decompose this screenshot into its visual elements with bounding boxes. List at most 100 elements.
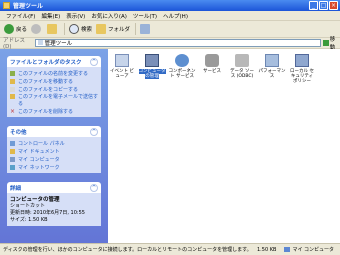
task-move[interactable]: このファイルを移動する: [10, 77, 98, 85]
place-my-network[interactable]: マイ ネットワーク: [10, 163, 98, 171]
icon-label: ローカル セキュリティ ポリシー: [290, 69, 314, 84]
details-header[interactable]: 詳細 ^: [7, 182, 101, 193]
forward-button[interactable]: [31, 23, 43, 34]
collapse-chevron-icon[interactable]: ^: [90, 127, 98, 136]
menu-tools[interactable]: ツール(T): [133, 12, 157, 20]
icon-label: サービス: [203, 69, 221, 74]
place-control-panel[interactable]: コントロール パネル: [10, 139, 98, 147]
icon-label: イベント ビューア: [110, 69, 134, 79]
explorer-window: 管理ツール _ □ × ファイル(F) 編集(E) 表示(V) お気に入り(A)…: [0, 0, 340, 255]
back-arrow-icon: [4, 23, 14, 34]
close-button[interactable]: ×: [329, 1, 338, 10]
other-places-header[interactable]: その他 ^: [7, 126, 101, 137]
address-bar: アドレス(D) 管理ツール 移動: [0, 37, 340, 51]
move-icon: [10, 78, 15, 84]
icon-event-viewer[interactable]: イベント ビューア: [108, 54, 136, 79]
my-computer-icon: [10, 156, 15, 162]
window-controls: _ □ ×: [309, 1, 338, 10]
maximize-button[interactable]: □: [319, 1, 328, 10]
folder-up-icon: [47, 23, 58, 34]
menu-help[interactable]: ヘルプ(H): [163, 12, 188, 20]
event-viewer-icon: [115, 54, 129, 67]
task-delete-label: このファイルを削除する: [18, 108, 74, 115]
email-icon: [10, 94, 15, 99]
copy-icon: [10, 86, 15, 92]
address-label: アドレス(D): [3, 37, 26, 50]
place-my-network-label: マイ ネットワーク: [18, 164, 60, 171]
details-type: ショートカット: [10, 203, 46, 209]
file-view: イベント ビューア コンピュータの管理 コンポーネント サービス サービス デー…: [108, 49, 340, 243]
icon-computer-management[interactable]: コンピュータの管理: [138, 54, 166, 79]
place-my-computer[interactable]: マイ コンピュータ: [10, 155, 98, 163]
task-rename-label: このファイルの名前を変更する: [18, 70, 89, 77]
collapse-chevron-icon[interactable]: ^: [90, 183, 98, 192]
admin-tools-icon: [37, 40, 43, 45]
address-field[interactable]: 管理ツール: [34, 38, 322, 47]
file-tasks-title: ファイルとフォルダのタスク: [10, 59, 82, 66]
status-location-label: マイ コンピュータ: [292, 247, 335, 253]
folders-button[interactable]: フォルダ: [96, 23, 131, 34]
task-email-label: このファイルを電子メールで送信する: [18, 94, 99, 107]
my-computer-icon: [284, 247, 291, 252]
delete-icon: ×: [10, 107, 16, 115]
back-button[interactable]: 戻る: [4, 23, 28, 34]
icon-local-security-policy[interactable]: ローカル セキュリティ ポリシー: [288, 54, 316, 84]
icon-label: コンポーネント サービス: [168, 69, 196, 79]
task-move-label: このファイルを移動する: [18, 78, 74, 85]
control-panel-icon: [10, 140, 15, 146]
collapse-chevron-icon[interactable]: ^: [90, 57, 98, 66]
details-title: 詳細: [10, 185, 22, 192]
icon-performance[interactable]: パフォーマンス: [258, 54, 286, 79]
icon-data-sources[interactable]: データ ソース (ODBC): [228, 54, 256, 79]
place-control-panel-label: コントロール パネル: [18, 140, 65, 147]
place-my-documents[interactable]: マイ ドキュメント: [10, 147, 98, 155]
task-rename[interactable]: このファイルの名前を変更する: [10, 69, 98, 77]
performance-icon: [265, 54, 279, 67]
search-icon: [69, 23, 80, 34]
search-button[interactable]: 検索: [69, 23, 93, 34]
task-copy[interactable]: このファイルをコピーする: [10, 85, 98, 93]
icon-services[interactable]: サービス: [198, 54, 226, 74]
toolbar: 戻る 検索 フォルダ: [0, 20, 340, 38]
task-copy-label: このファイルをコピーする: [18, 86, 79, 93]
other-places-title: その他: [10, 129, 27, 136]
place-my-documents-label: マイ ドキュメント: [18, 148, 60, 155]
icon-component-services[interactable]: コンポーネント サービス: [168, 54, 196, 79]
my-documents-icon: [10, 148, 15, 154]
data-sources-icon: [235, 54, 249, 67]
folders-label: フォルダ: [108, 26, 131, 33]
details-modified: 更新日時: 2010年6月7日, 10:55: [10, 210, 85, 216]
title-bar[interactable]: 管理ツール _ □ ×: [0, 0, 340, 11]
my-network-icon: [10, 164, 15, 170]
details-size: サイズ: 1.50 KB: [10, 217, 48, 223]
file-tasks-panel: ファイルとフォルダのタスク ^ このファイルの名前を変更する このファイルを移動…: [7, 56, 101, 117]
up-button[interactable]: [47, 23, 59, 34]
views-icon: [140, 23, 151, 34]
icon-label: コンピュータの管理: [138, 69, 166, 79]
status-bar: ディスクの管理を行い、ほかのコンピュータに接続します。ローカルとリモートのコンピ…: [0, 243, 340, 255]
place-my-computer-label: マイ コンピュータ: [18, 156, 60, 163]
menu-edit[interactable]: 編集(E): [41, 12, 60, 20]
task-delete[interactable]: × このファイルを削除する: [10, 107, 98, 115]
other-places-body: コントロール パネル マイ ドキュメント マイ コンピュータ マイ ネットワーク: [7, 137, 101, 173]
views-button[interactable]: [140, 23, 152, 34]
back-label: 戻る: [16, 26, 28, 33]
menu-favorites[interactable]: お気に入り(A): [91, 12, 127, 20]
security-policy-icon: [295, 54, 309, 67]
file-tasks-header[interactable]: ファイルとフォルダのタスク ^: [7, 56, 101, 67]
search-label: 検索: [81, 26, 93, 33]
address-value: 管理ツール: [44, 40, 73, 47]
task-email[interactable]: このファイルを電子メールで送信する: [10, 93, 98, 107]
other-places-panel: その他 ^ コントロール パネル マイ ドキュメント マイ コンピュータ マイ …: [7, 126, 101, 173]
folders-icon: [96, 23, 107, 34]
go-arrow-icon: [323, 39, 329, 46]
details-name: コンピュータの管理: [10, 197, 60, 203]
menu-file[interactable]: ファイル(F): [6, 12, 35, 20]
status-location: マイ コンピュータ: [284, 246, 334, 253]
status-size: 1.50 KB: [257, 246, 277, 253]
menu-view[interactable]: 表示(V): [66, 12, 85, 20]
component-services-icon: [175, 54, 189, 67]
rename-icon: [10, 70, 15, 76]
details-panel: 詳細 ^ コンピュータの管理 ショートカット 更新日時: 2010年6月7日, …: [7, 182, 101, 226]
minimize-button[interactable]: _: [309, 1, 318, 10]
